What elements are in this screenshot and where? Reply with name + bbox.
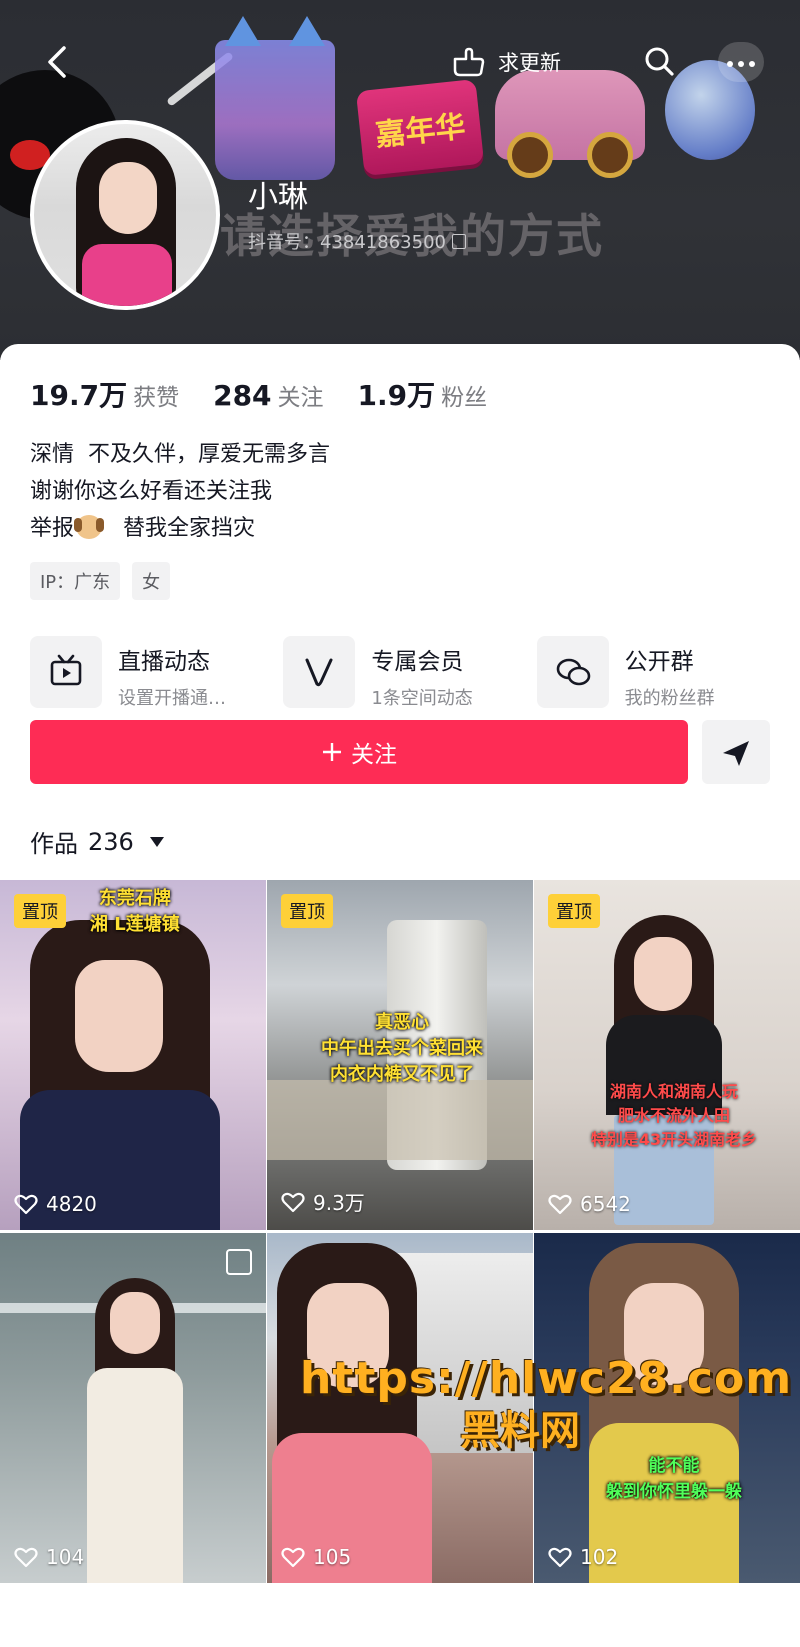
vip-v-icon bbox=[283, 636, 356, 708]
like-count: 104 bbox=[14, 1545, 84, 1569]
stat-likes[interactable]: 19.7万 获赞 bbox=[30, 374, 179, 414]
bio-line: 举报 替我全家挡灾 bbox=[30, 515, 255, 541]
follow-label: 关注 bbox=[351, 742, 397, 768]
tab-works[interactable]: 作品 236 bbox=[30, 824, 164, 859]
video-tile[interactable]: 真恶心 中午出去买个菜回来 内衣内裤又不见了 置顶 9.3万 bbox=[267, 880, 533, 1230]
search-icon bbox=[645, 47, 674, 76]
more-options-button[interactable] bbox=[718, 42, 764, 82]
pinned-badge: 置顶 bbox=[14, 894, 66, 928]
stat-label: 粉丝 bbox=[441, 385, 488, 411]
pinned-badge: 置顶 bbox=[281, 894, 333, 928]
like-count: 102 bbox=[548, 1545, 618, 1569]
profile-stats: 19.7万 获赞 284 关注 1.9万 粉丝 bbox=[30, 374, 487, 414]
feature-title: 专属会员 bbox=[371, 649, 464, 675]
video-caption: 真恶心 中午出去买个菜回来 内衣内裤又不见了 bbox=[321, 1012, 483, 1085]
ip-location-tag: IP：广东 bbox=[30, 562, 121, 600]
feature-entries: 直播动态 设置开播通… 专属会员 1条空间动态 公开群 我的粉丝群 bbox=[30, 636, 790, 710]
feature-exclusive-membership[interactable]: 专属会员 1条空间动态 bbox=[283, 636, 536, 710]
feature-title: 公开群 bbox=[624, 649, 694, 675]
video-caption: 东莞石牌 湘 L莲塘镇 bbox=[90, 888, 180, 935]
request-update-button[interactable]: 求更新 bbox=[452, 42, 561, 82]
douyin-id-text: 抖音号：43841863500 bbox=[248, 232, 446, 253]
pointing-hand-icon bbox=[453, 47, 485, 77]
like-count: 6542 bbox=[548, 1192, 631, 1216]
search-button[interactable] bbox=[640, 42, 680, 82]
heart-icon bbox=[281, 1547, 305, 1568]
heart-icon bbox=[548, 1547, 572, 1568]
stat-following[interactable]: 284 关注 bbox=[213, 378, 323, 412]
bio-line: 深情 不及久伴，厚爱无需多言 bbox=[30, 442, 330, 467]
more-dots-icon bbox=[727, 61, 733, 67]
nickname: 小琳 bbox=[248, 180, 308, 215]
works-tab-label: 作品 bbox=[30, 830, 78, 858]
feature-subtitle: 我的粉丝群 bbox=[624, 688, 715, 709]
heart-icon bbox=[548, 1194, 572, 1215]
request-update-label: 求更新 bbox=[498, 51, 561, 75]
stat-label: 关注 bbox=[277, 385, 324, 411]
feature-subtitle: 1条空间动态 bbox=[371, 688, 473, 709]
video-tile[interactable]: 104 bbox=[0, 1233, 266, 1583]
avatar[interactable] bbox=[30, 120, 220, 310]
stat-number: 1.9万 bbox=[357, 379, 436, 412]
tv-icon bbox=[30, 636, 102, 708]
video-caption: 能不能 躲到你怀里躲一躲 bbox=[606, 1456, 742, 1502]
stat-number: 284 bbox=[213, 379, 272, 412]
video-tile[interactable]: 东莞石牌 湘 L莲塘镇 置顶 4820 bbox=[0, 880, 266, 1230]
caret-down-icon bbox=[149, 836, 164, 847]
paper-plane-icon bbox=[723, 741, 749, 766]
profile-tags: IP：广东 女 bbox=[30, 562, 171, 600]
like-count: 9.3万 bbox=[281, 1187, 365, 1216]
gender-tag: 女 bbox=[132, 562, 171, 600]
watermark-name: 黑料网 bbox=[460, 1408, 580, 1454]
feature-subtitle: 设置开播通… bbox=[118, 688, 226, 709]
like-count: 4820 bbox=[14, 1192, 97, 1216]
follow-button[interactable]: 关注 bbox=[30, 720, 688, 784]
heart-icon bbox=[14, 1194, 38, 1215]
plus-icon bbox=[323, 743, 341, 761]
watermark-url: https://hlwc28.com bbox=[300, 1353, 793, 1404]
stat-number: 19.7万 bbox=[30, 379, 128, 412]
douyin-id[interactable]: 抖音号：43841863500 bbox=[248, 228, 466, 254]
multi-image-icon bbox=[226, 1249, 252, 1275]
feature-live-updates[interactable]: 直播动态 设置开播通… bbox=[30, 636, 283, 710]
works-count: 236 bbox=[88, 827, 134, 856]
stat-followers[interactable]: 1.9万 粉丝 bbox=[358, 374, 488, 414]
like-count: 105 bbox=[281, 1545, 351, 1569]
action-row: 关注 bbox=[30, 720, 770, 784]
feature-public-group[interactable]: 公开群 我的粉丝群 bbox=[536, 636, 790, 710]
heart-icon bbox=[281, 1192, 305, 1212]
stat-label: 获赞 bbox=[133, 385, 180, 411]
profile-banner: 嘉年华 请选择爱我的方式 求更新 小琳 抖音号：43841863500 bbox=[0, 0, 800, 360]
back-button[interactable] bbox=[38, 42, 78, 82]
dog-emoji-icon bbox=[74, 515, 105, 539]
copy-icon[interactable] bbox=[451, 233, 466, 249]
chevron-left-icon bbox=[48, 46, 66, 78]
video-tile[interactable]: 湖南人和湖南人玩 肥水不流外人田 特别是43开头湖南老乡 置顶 6542 bbox=[534, 880, 800, 1230]
send-message-button[interactable] bbox=[702, 720, 770, 784]
video-caption: 湖南人和湖南人玩 肥水不流外人田 特别是43开头湖南老乡 bbox=[590, 1082, 758, 1149]
pinned-badge: 置顶 bbox=[548, 894, 600, 928]
bio: 深情 不及久伴，厚爱无需多言 谢谢你这么好看还关注我 举报 替我全家挡灾 bbox=[30, 436, 330, 547]
heart-icon bbox=[14, 1547, 38, 1568]
top-navigation-bar: 求更新 bbox=[0, 30, 800, 94]
chat-group-icon bbox=[536, 636, 609, 708]
site-watermark: https://hlwc28.com 黑料网 bbox=[300, 1353, 793, 1456]
bio-line: 谢谢你这么好看还关注我 bbox=[30, 479, 273, 504]
feature-title: 直播动态 bbox=[118, 649, 210, 675]
